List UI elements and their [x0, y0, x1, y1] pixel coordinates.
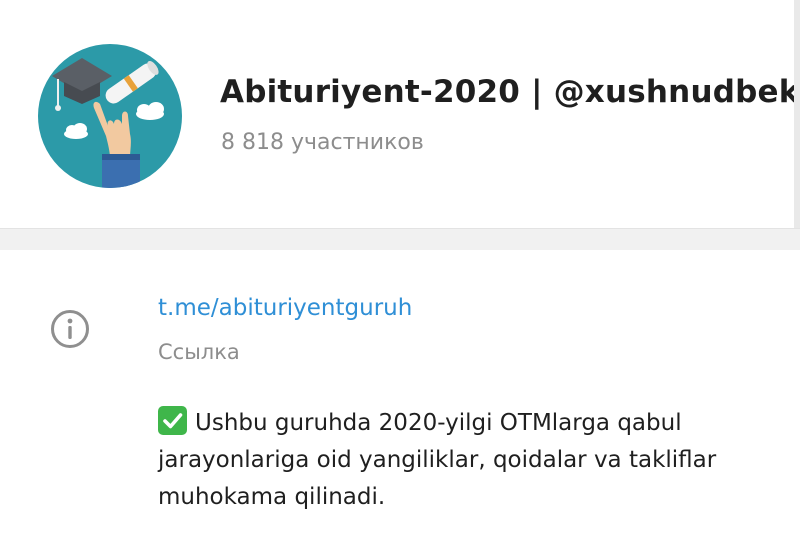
description-text: Ushbu guruhda 2020-yilgi OTMlarga qabul … [158, 410, 717, 510]
info-icon [50, 309, 90, 349]
section-divider [0, 228, 800, 250]
scrollbar[interactable] [794, 0, 800, 228]
member-count: 8 818 участников [221, 130, 424, 155]
group-header: Abituriyent-2020 | @xushnudbek 8 818 уча… [0, 0, 800, 228]
graduation-cap-icon [38, 44, 182, 188]
link-caption: Ссылка [158, 340, 240, 364]
invite-link[interactable]: t.me/abituriyentguruh [158, 295, 412, 321]
group-description: Ushbu guruhda 2020-yilgi OTMlarga qabul … [158, 405, 778, 516]
group-avatar[interactable] [38, 44, 182, 188]
group-title: Abituriyent-2020 | @xushnudbek [220, 74, 800, 110]
check-mark-icon [158, 406, 187, 435]
